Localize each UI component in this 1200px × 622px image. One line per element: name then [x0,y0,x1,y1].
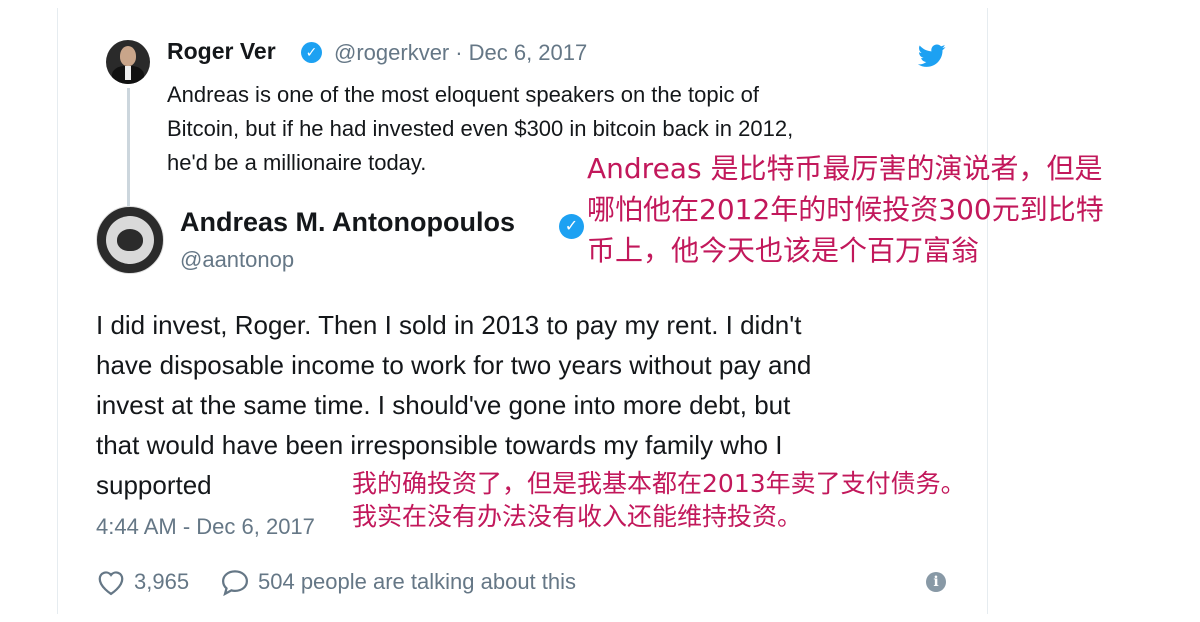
card-border-right [987,8,988,614]
reply-timestamp[interactable]: 4:44 AM - Dec 6, 2017 [96,514,315,540]
card-border-left [57,8,58,614]
reply-author-name[interactable]: Andreas M. Antonopoulos [180,207,515,238]
info-icon[interactable]: i [926,572,946,592]
parent-author-handle[interactable]: @rogerkver [334,40,449,65]
annotation-line: 我的确投资了，但是我基本都在2013年卖了支付债务。 [352,469,966,498]
parent-tweet-line: Andreas is one of the most eloquent spea… [167,82,759,107]
talking-count-link[interactable]: 504 people are talking about this [258,569,576,595]
tweet-actions-bar: 3,965 504 people are talking about this … [96,567,956,599]
annotation-line: 币上，他今天也该是个百万富翁 [587,234,980,267]
reply-tweet-line: have disposable income to work for two y… [96,350,812,380]
verified-badge-icon: ✓ [559,214,584,239]
like-count[interactable]: 3,965 [134,569,189,595]
heart-icon[interactable] [96,568,126,596]
parent-tweet-meta: @rogerkver · Dec 6, 2017 [334,40,587,66]
reply-tweet-line: I did invest, Roger. Then I sold in 2013… [96,310,802,340]
parent-tweet-line: Bitcoin, but if he had invested even $30… [167,116,794,141]
verified-badge-icon: ✓ [301,42,322,63]
reply-tweet-line: that would have been irresponsible towar… [96,430,783,460]
twitter-bird-icon[interactable] [918,44,946,68]
reply-tweet-line: invest at the same time. I should've gon… [96,390,791,420]
roger-ver-avatar[interactable] [106,40,150,84]
annotation-line: 哪怕他在2012年的时候投资300元到比特 [587,193,1104,226]
reply-author-handle[interactable]: @aantonop [180,247,294,273]
annotation-bottom: 我的确投资了，但是我基本都在2013年卖了支付债务。 我实在没有办法没有收入还能… [352,467,966,533]
parent-author-name[interactable]: Roger Ver [167,38,276,65]
annotation-top: Andreas 是比特币最厉害的演说者，但是 哪怕他在2012年的时候投资300… [587,148,1104,271]
annotation-line: Andreas 是比特币最厉害的演说者，但是 [587,152,1103,185]
andreas-avatar[interactable] [96,206,164,274]
thread-connector-line [127,88,130,206]
parent-tweet-date[interactable]: Dec 6, 2017 [469,40,588,65]
speech-bubble-icon[interactable] [220,568,250,596]
annotation-line: 我实在没有办法没有收入还能维持投资。 [352,502,803,531]
meta-separator: · [455,40,463,65]
